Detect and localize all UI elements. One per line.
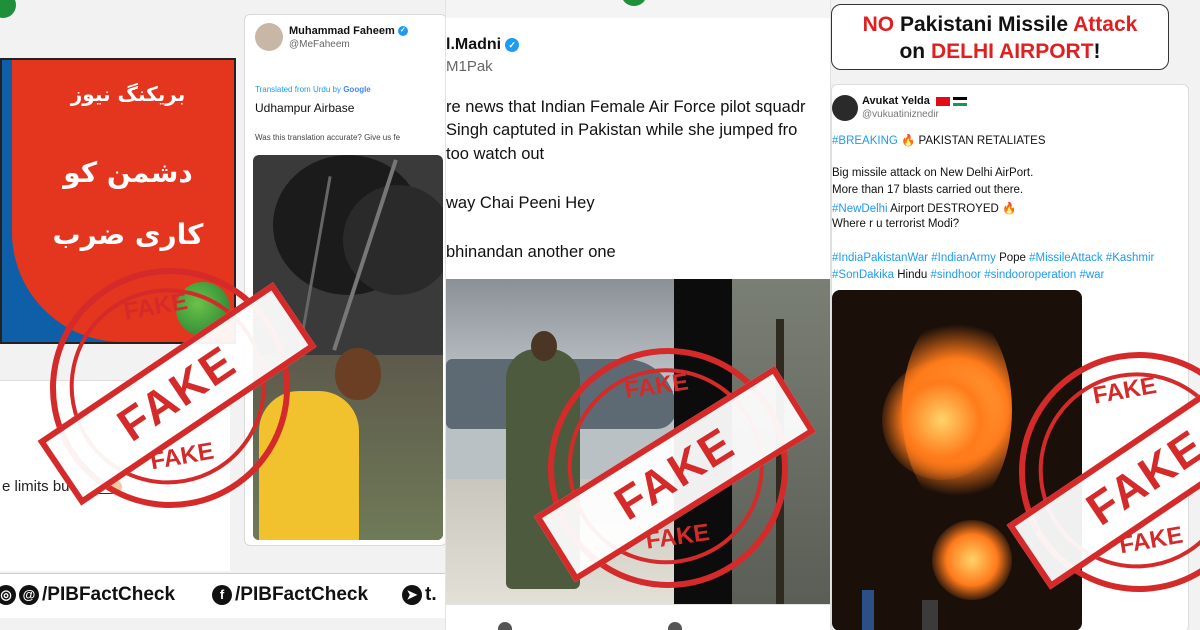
- tweet-line-2: Singh captuted in Pakistan while she jum…: [446, 121, 798, 139]
- urdu-breaking-news: بریکنگ نیوز: [70, 82, 186, 106]
- tweet-body: Udhampur Airbase: [255, 101, 355, 115]
- footer-handle-instagram-threads[interactable]: ◎ @/PIBFactCheck: [0, 584, 175, 606]
- headline-exclaim: !: [1093, 40, 1101, 63]
- fake-stamp: FAKE FAKE FAKE: [30, 248, 317, 528]
- tweet-line-4: Where r u terrorist Modi?: [832, 218, 960, 230]
- avatar: [832, 95, 858, 121]
- tweet-handle: @MeFaheem: [289, 39, 350, 50]
- urdu-headline-line1: دشمن کو: [63, 156, 193, 189]
- translation-feedback-link[interactable]: Was this translation accurate? Give us f…: [255, 133, 400, 142]
- tweet-breaking: #BREAKING 🔥 PAKISTAN RETALIATES: [832, 135, 1046, 147]
- tweet-handle: M1Pak: [446, 58, 493, 75]
- turkey-flag-icon: [935, 96, 950, 106]
- headline-box: NO Pakistani Missile Attack on DELHI AIR…: [831, 4, 1169, 70]
- tweet-author: l.Madni ✓: [446, 36, 520, 54]
- footer-handle-telegram[interactable]: ➤ t.: [402, 584, 437, 606]
- panel-delhi-airport: NO Pakistani Missile Attack on DELHI AIR…: [830, 0, 1200, 630]
- tweet-line-4: way Chai Peeni Hey: [446, 194, 595, 212]
- headline-attack: Attack: [1073, 13, 1138, 36]
- threads-icon: @: [19, 584, 39, 605]
- facebook-icon: f: [212, 584, 232, 605]
- translated-label: Translated from Urdu by Google: [255, 85, 371, 94]
- tweet-line-1: Big missile attack on New Delhi AirPort.: [832, 167, 1034, 179]
- social-footer: ◎ @/PIBFactCheck f/PIBFactCheck ➤ t.: [0, 573, 445, 618]
- telegram-icon: ➤: [402, 584, 422, 605]
- palestine-flag-icon: [952, 96, 967, 106]
- headline-on: on: [899, 40, 926, 63]
- tweet-author: Avukat Yelda: [862, 95, 967, 107]
- tweet-hashtags-1: #IndiaPakistanWar #IndianArmy Pope #Miss…: [832, 252, 1155, 264]
- footer-handle-facebook[interactable]: f/PIBFactCheck: [212, 584, 368, 606]
- panel-news-screenshot: بریکنگ نیوز دشمن کو کاری ضرب e limits bu…: [0, 0, 445, 630]
- headline-no: NO: [862, 13, 895, 36]
- tweet-line-3: too watch out: [446, 145, 545, 163]
- tweet-author: Muhammad Faheem ✓: [289, 25, 408, 37]
- headline-delhi: DELHI AIRPORT: [930, 40, 1094, 63]
- tweet-line-1: re news that Indian Female Air Force pil…: [446, 98, 806, 116]
- instagram-icon: ◎: [0, 584, 16, 605]
- fake-stamp: FAKE FAKE FAKE: [532, 332, 817, 604]
- pib-logo: [0, 0, 16, 18]
- tweet-line-5: bhinandan another one: [446, 243, 616, 261]
- verified-badge-icon: ✓: [505, 37, 520, 52]
- tweet-line-2: More than 17 blasts carried out there.: [832, 184, 1024, 196]
- urdu-headline-line2: کاری ضرب: [52, 218, 204, 251]
- verified-badge-icon: ✓: [397, 26, 408, 37]
- headline-pakistani: Pakistani Missile: [899, 13, 1069, 36]
- tweet-hashtags-2: #SonDakika Hindu #sindhoor #sindooropera…: [832, 269, 1105, 281]
- panel-tweet-madni: l.Madni ✓ M1Pak re news that Indian Femal…: [445, 0, 831, 630]
- tweet-line-3: #NewDelhi Airport DESTROYED 🔥: [832, 203, 1017, 215]
- tweet-handle: @vukuatiniznedir: [862, 109, 939, 120]
- avatar: [255, 23, 283, 51]
